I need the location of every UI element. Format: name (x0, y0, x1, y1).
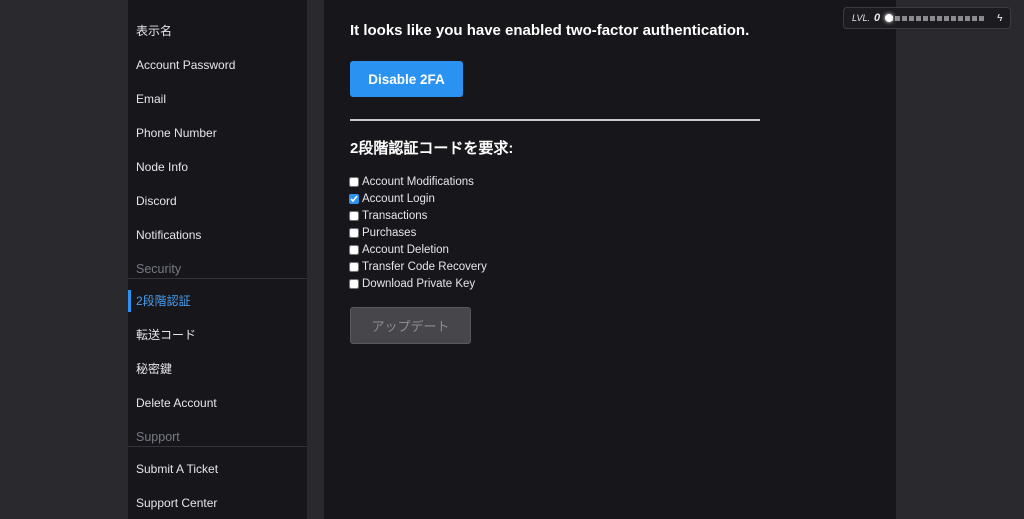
require-code-heading: 2段階認証コードを要求: (350, 140, 514, 157)
sidebar-item-two-factor[interactable]: 2段階認証 (136, 294, 191, 308)
option-label: Account Modifications (362, 175, 474, 188)
option-account-login-checkbox[interactable] (349, 193, 359, 204)
level-progress-indicator (885, 13, 894, 22)
option-label: Transfer Code Recovery (362, 260, 487, 273)
option-label: Purchases (362, 226, 417, 239)
settings-sidebar: 表示名 Account Password Email Phone Number … (128, 0, 307, 519)
option-account-modifications[interactable]: Account Modifications (349, 173, 487, 190)
option-purchases-checkbox[interactable] (349, 227, 359, 238)
option-account-modifications-checkbox[interactable] (349, 176, 359, 187)
level-widget[interactable]: LVL. 0 ϟ (843, 7, 1011, 29)
sidebar-section-support: Support (128, 430, 307, 447)
option-label: Download Private Key (362, 277, 476, 290)
sidebar-item-delete-account[interactable]: Delete Account (136, 396, 217, 410)
option-purchases[interactable]: Purchases (349, 224, 487, 241)
disable-2fa-button[interactable]: Disable 2FA (350, 61, 463, 97)
sidebar-item-support-center[interactable]: Support Center (136, 496, 217, 510)
bolt-icon: ϟ (997, 12, 1003, 24)
sidebar-section-support-title: Support (136, 430, 180, 444)
option-download-private-key[interactable]: Download Private Key (349, 275, 487, 292)
option-label: Account Login (362, 192, 435, 205)
level-label: LVL. (852, 13, 871, 23)
sidebar-item-transfer-code[interactable]: 転送コード (136, 328, 196, 342)
section-divider (350, 119, 760, 121)
sidebar-item-account-password[interactable]: Account Password (136, 58, 235, 72)
sidebar-section-security-title: Security (136, 262, 182, 276)
page-title: It looks like you have enabled two-facto… (350, 22, 750, 39)
option-label: Account Deletion (362, 243, 449, 256)
option-label: Transactions (362, 209, 428, 222)
sidebar-item-notifications[interactable]: Notifications (136, 228, 201, 242)
sidebar-item-discord[interactable]: Discord (136, 194, 177, 208)
option-download-private-key-checkbox[interactable] (349, 278, 359, 289)
option-account-deletion-checkbox[interactable] (349, 244, 359, 255)
sidebar-item-private-key[interactable]: 秘密鍵 (136, 362, 172, 376)
sidebar-item-node-info[interactable]: Node Info (136, 160, 188, 174)
sidebar-item-phone-number[interactable]: Phone Number (136, 126, 217, 140)
option-transactions-checkbox[interactable] (349, 210, 359, 221)
option-transactions[interactable]: Transactions (349, 207, 487, 224)
sidebar-item-display-name[interactable]: 表示名 (136, 24, 172, 38)
sidebar-active-indicator (128, 290, 131, 312)
level-value: 0 (874, 12, 881, 24)
sidebar-item-email[interactable]: Email (136, 92, 166, 106)
option-transfer-code-recovery[interactable]: Transfer Code Recovery (349, 258, 487, 275)
sidebar-item-submit-ticket[interactable]: Submit A Ticket (136, 462, 218, 476)
option-account-deletion[interactable]: Account Deletion (349, 241, 487, 258)
require-code-options: Account Modifications Account Login Tran… (349, 173, 487, 292)
option-transfer-code-recovery-checkbox[interactable] (349, 261, 359, 272)
update-button[interactable]: アップデート (350, 307, 471, 344)
level-progress-bar (885, 13, 986, 22)
two-factor-panel: It looks like you have enabled two-facto… (324, 0, 896, 519)
option-account-login[interactable]: Account Login (349, 190, 487, 207)
sidebar-section-security: Security (128, 262, 307, 279)
